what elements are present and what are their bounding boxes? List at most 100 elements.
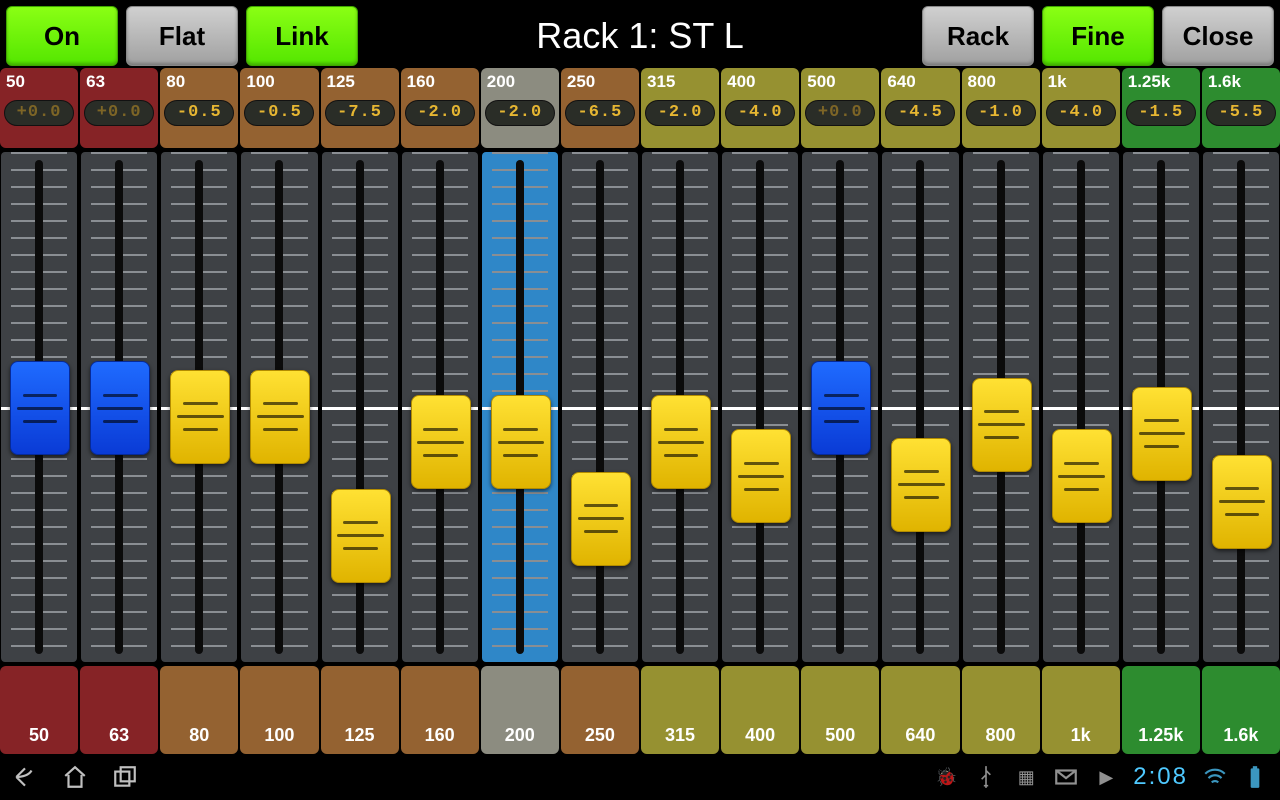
band-footer[interactable]: 1.6k [1202, 666, 1280, 754]
fine-button[interactable]: Fine [1042, 6, 1154, 66]
fader-knob[interactable] [811, 361, 871, 455]
band-header[interactable]: 160-2.0 [401, 68, 479, 148]
fader-knob[interactable] [1052, 429, 1112, 523]
eq-band-80: 80-0.5 80 [160, 68, 238, 754]
eq-band-125: 125-7.5125 [321, 68, 399, 754]
on-button[interactable]: On [6, 6, 118, 66]
band-fader[interactable] [402, 152, 478, 662]
band-header[interactable]: 640-4.5 [881, 68, 959, 148]
band-fader[interactable] [642, 152, 718, 662]
band-gain-readout: +0.0 [84, 100, 154, 126]
band-freq-label: 640 [887, 72, 915, 92]
fader-knob[interactable] [250, 370, 310, 464]
band-footer[interactable]: 800 [962, 666, 1040, 754]
fader-knob[interactable] [972, 378, 1032, 472]
band-footer[interactable]: 315 [641, 666, 719, 754]
band-footer[interactable]: 1.25k [1122, 666, 1200, 754]
band-header[interactable]: 500 +0.0 [801, 68, 879, 148]
eq-band-1p6k: 1.6k-5.5 1.6k [1202, 68, 1280, 754]
fader-knob[interactable] [411, 395, 471, 489]
band-freq-label: 500 [807, 72, 835, 92]
fader-knob[interactable] [331, 489, 391, 583]
band-header[interactable]: 400 -4.0 [721, 68, 799, 148]
fader-knob[interactable] [731, 429, 791, 523]
fader-knob[interactable] [491, 395, 551, 489]
band-gain-readout: -0.5 [164, 100, 234, 126]
band-header[interactable]: 125-7.5 [321, 68, 399, 148]
band-freq-label-bottom: 63 [109, 725, 129, 746]
eq-band-800: 800-1.0 800 [962, 68, 1040, 754]
band-footer[interactable]: 200 [481, 666, 559, 754]
band-header[interactable]: 1k-4.0 [1042, 68, 1120, 148]
band-freq-label-bottom: 800 [986, 725, 1016, 746]
band-fader[interactable] [161, 152, 237, 662]
band-fader[interactable] [963, 152, 1039, 662]
band-header[interactable]: 800-1.0 [962, 68, 1040, 148]
band-fader[interactable] [241, 152, 317, 662]
fader-knob[interactable] [1212, 455, 1272, 549]
fader-knob[interactable] [891, 438, 951, 532]
fader-knob[interactable] [1132, 387, 1192, 481]
band-gain-readout: +0.0 [4, 100, 74, 126]
band-footer[interactable]: 400 [721, 666, 799, 754]
band-footer[interactable]: 63 [80, 666, 158, 754]
close-button[interactable]: Close [1162, 6, 1274, 66]
band-fader[interactable] [322, 152, 398, 662]
eq-band-640: 640-4.5640 [881, 68, 959, 754]
band-freq-label-bottom: 640 [905, 725, 935, 746]
band-footer[interactable]: 80 [160, 666, 238, 754]
band-header[interactable]: 63+0.0 [80, 68, 158, 148]
band-gain-readout: +0.0 [805, 100, 875, 126]
fader-knob[interactable] [90, 361, 150, 455]
band-freq-label-bottom: 1.25k [1138, 725, 1183, 746]
fader-knob[interactable] [170, 370, 230, 464]
eq-band-100: 100-0.5 100 [240, 68, 318, 754]
band-fader[interactable] [882, 152, 958, 662]
band-fader[interactable] [1123, 152, 1199, 662]
band-freq-label: 1k [1048, 72, 1067, 92]
band-header[interactable]: 315-2.0 [641, 68, 719, 148]
band-footer[interactable]: 250 [561, 666, 639, 754]
recent-apps-icon[interactable] [112, 764, 138, 790]
band-fader[interactable] [1203, 152, 1279, 662]
flat-button[interactable]: Flat [126, 6, 238, 66]
band-footer[interactable]: 1k [1042, 666, 1120, 754]
eq-band-400: 400 -4.0 400 [721, 68, 799, 754]
band-fader[interactable] [81, 152, 157, 662]
band-fader[interactable] [722, 152, 798, 662]
home-icon[interactable] [62, 764, 88, 790]
rack-button[interactable]: Rack [922, 6, 1034, 66]
band-header[interactable]: 80-0.5 [160, 68, 238, 148]
band-fader[interactable] [562, 152, 638, 662]
play-store-icon: ▶ [1093, 764, 1119, 790]
eq-band-250: 250-6.5 250 [561, 68, 639, 754]
band-gain-readout: -4.0 [725, 100, 795, 126]
band-footer[interactable]: 50 [0, 666, 78, 754]
band-footer[interactable]: 160 [401, 666, 479, 754]
band-header[interactable]: 1.6k-5.5 [1202, 68, 1280, 148]
band-fader[interactable] [482, 152, 558, 662]
band-fader[interactable] [1, 152, 77, 662]
band-gain-readout: -5.5 [1206, 100, 1276, 126]
fader-knob[interactable] [10, 361, 70, 455]
band-header[interactable]: 50+0.0 [0, 68, 78, 148]
eq-band-315: 315-2.0 315 [641, 68, 719, 754]
band-gain-readout: -1.0 [966, 100, 1036, 126]
band-fader[interactable] [802, 152, 878, 662]
fader-knob[interactable] [571, 472, 631, 566]
band-freq-label: 400 [727, 72, 755, 92]
band-fader[interactable] [1043, 152, 1119, 662]
band-header[interactable]: 1.25k-1.5 [1122, 68, 1200, 148]
band-header[interactable]: 250-6.5 [561, 68, 639, 148]
link-button[interactable]: Link [246, 6, 358, 66]
band-freq-label: 125 [327, 72, 355, 92]
back-icon[interactable] [12, 764, 38, 790]
band-header[interactable]: 100-0.5 [240, 68, 318, 148]
fader-knob[interactable] [651, 395, 711, 489]
band-header[interactable]: 200-2.0 [481, 68, 559, 148]
band-footer[interactable]: 640 [881, 666, 959, 754]
band-footer[interactable]: 100 [240, 666, 318, 754]
band-footer[interactable]: 500 [801, 666, 879, 754]
band-footer[interactable]: 125 [321, 666, 399, 754]
mail-icon [1053, 764, 1079, 790]
